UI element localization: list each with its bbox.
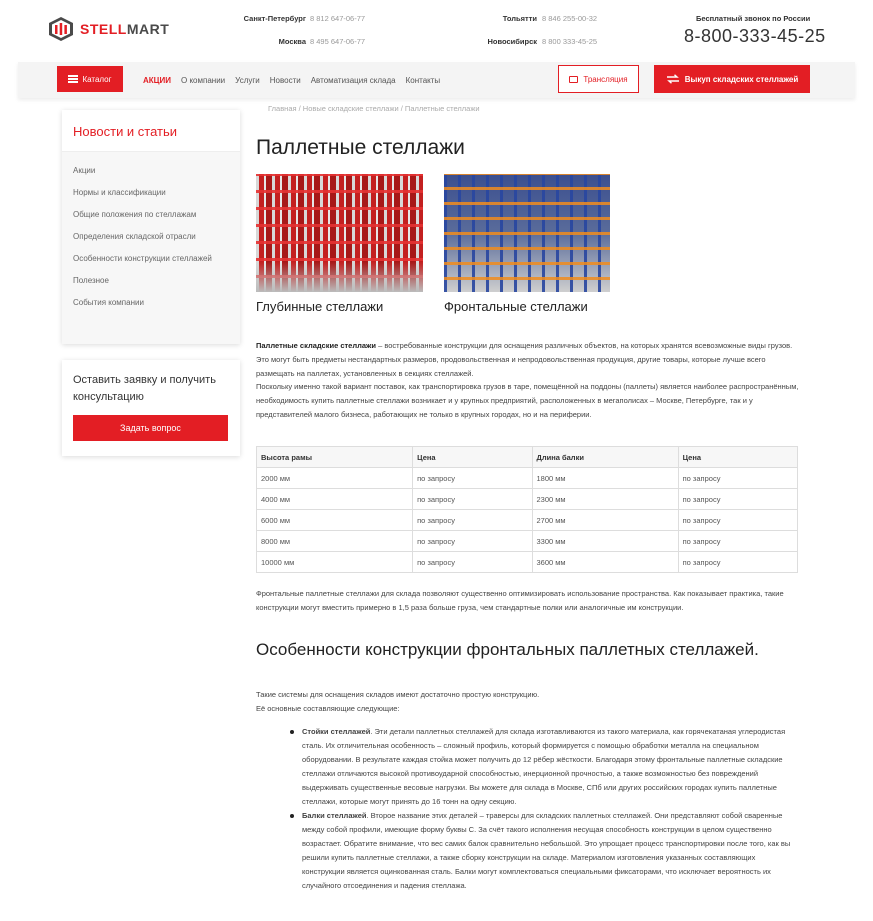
table-cell: по запросу [677,488,799,510]
page-title: Паллетные стеллажи [256,136,465,159]
city-nsk: Новосибирск [487,37,537,46]
menu-icon [68,75,79,83]
phone-msk[interactable]: 8 495 647-06-77 [310,37,365,46]
phone-nsk[interactable]: 8 800 333-45-25 [542,37,597,46]
site-header: STELLMART Санкт-Петербург 8 812 647-06-7… [0,0,873,62]
logo-icon [49,17,73,41]
table-cell: по запросу [412,509,533,531]
buyback-label: Выкуп складских стеллажей [684,74,799,84]
table-cell: 2000 мм [255,467,414,489]
table-header-row: Высота рамы Цена Длина балки Цена [255,446,799,468]
sidebar-header: Новости и статьи [62,110,240,152]
stream-button[interactable]: Трансляция [558,65,639,93]
section-heading: Особенности конструкции фронтальных палл… [256,640,759,659]
breadcrumb[interactable]: Главная / Новые складские стеллажи / Пал… [268,104,480,113]
table-cell: по запросу [412,488,533,510]
sidebar-item-akcii[interactable]: Акции [73,164,229,178]
deep-racks-photo[interactable] [256,174,423,292]
section-intro: Такие системы для оснащения складов имею… [256,688,801,716]
list-item: Балки стеллажей. Второе название этих де… [290,809,794,893]
sidebar-item-events[interactable]: События компании [73,296,229,310]
sidebar-item-general[interactable]: Общие положения по стеллажам [73,208,229,222]
table-header: Высота рамы [255,446,414,468]
table-cell: по запросу [412,551,533,573]
nav-link-akcii[interactable]: АКЦИИ [143,76,171,85]
sidebar-title[interactable]: Новости и статьи [73,124,240,139]
sidebar-item-norms[interactable]: Нормы и классификации [73,186,229,200]
free-call-label: Бесплатный звонок по России [696,14,811,23]
main-nav: Каталог АКЦИИ О компании Услуги Новости … [18,62,855,98]
free-phone[interactable]: 8-800-333-45-25 [684,26,826,47]
phone-tlt[interactable]: 8 846 255-00-32 [542,14,597,23]
list-item: Стойки стеллажей. Эти детали паллетных с… [290,725,794,809]
table-header: Длина балки [531,446,679,468]
buyback-button[interactable]: Выкуп складских стеллажей [654,65,810,93]
news-sidebar: Новости и статьи Акции Нормы и классифик… [62,110,240,344]
list-item-text: . Эти детали паллетных стеллажей для скл… [302,727,786,806]
nav-link-services[interactable]: Услуги [235,76,260,85]
stream-label: Трансляция [583,74,628,84]
nav-links: АКЦИИ О компании Услуги Новости Автомати… [143,62,440,98]
table-cell: по запросу [677,530,799,552]
table-cell: 1800 мм [531,467,679,489]
intro-bold: Паллетные складские стеллажи [256,341,376,350]
logo-text: STELLMART [80,21,170,37]
table-row: 2000 мм по запросу 1800 мм по запросу [255,467,799,489]
table-cell: 8000 мм [255,530,414,552]
table-header: Цена [412,446,533,468]
nav-link-news[interactable]: Новости [270,76,301,85]
consult-box: Оставить заявку и получить консультацию … [62,360,240,456]
list-item-title: Стойки стеллажей [302,727,371,736]
intro-body-2: Поскольку именно такой вариант поставок,… [256,382,799,419]
table-row: 8000 мм по запросу 3300 мм по запросу [255,530,799,552]
ask-question-button[interactable]: Задать вопрос [73,415,228,441]
nav-link-automation[interactable]: Автоматизация склада [311,76,396,85]
list-item-text: . Второе название этих деталей – траверс… [302,811,791,890]
sidebar-item-definitions[interactable]: Определения складской отрасли [73,230,229,244]
catalog-button[interactable]: Каталог [57,66,123,92]
table-row: 6000 мм по запросу 2700 мм по запросу [255,509,799,531]
table-row: 4000 мм по запросу 2300 мм по запросу [255,488,799,510]
table-cell: 2300 мм [531,488,679,510]
deep-racks-caption[interactable]: Глубинные стеллажи [256,299,383,314]
exchange-icon [666,74,679,84]
intro-text: Паллетные складские стеллажи – востребов… [256,339,801,422]
sidebar-item-features[interactable]: Особенности конструкции стеллажей [73,252,229,266]
table-cell: 3300 мм [531,530,679,552]
city-tlt: Тольятти [502,14,537,23]
logo[interactable]: STELLMART [48,16,169,42]
city-spb: Санкт-Петербург [243,14,306,23]
table-cell: 2700 мм [531,509,679,531]
list-item-title: Балки стеллажей [302,811,367,820]
table-cell: по запросу [677,509,799,531]
table-cell: по запросу [677,551,799,573]
phone-spb[interactable]: 8 812 647-06-77 [310,14,365,23]
table-cell: по запросу [677,467,799,489]
city-msk: Москва [278,37,306,46]
nav-link-contacts[interactable]: Контакты [406,76,441,85]
section-intro-1: Такие системы для оснащения складов имею… [256,690,540,699]
consult-text: Оставить заявку и получить консультацию [73,374,216,403]
front-racks-photo[interactable] [444,174,610,292]
table-cell: по запросу [412,530,533,552]
table-cell: 10000 мм [255,551,414,573]
features-list: Стойки стеллажей. Эти детали паллетных с… [290,725,794,893]
nav-link-about[interactable]: О компании [181,76,225,85]
sidebar-item-useful[interactable]: Полезное [73,274,229,288]
camera-icon [569,75,579,83]
table-cell: по запросу [412,467,533,489]
table-cell: 6000 мм [255,509,414,531]
after-table-text: Фронтальные паллетные стеллажи для склад… [256,589,784,612]
catalog-label: Каталог [82,74,112,84]
front-racks-caption[interactable]: Фронтальные стеллажи [444,299,588,314]
price-table: Высота рамы Цена Длина балки Цена 2000 м… [255,446,799,573]
table-cell: 4000 мм [255,488,414,510]
table-header: Цена [677,446,799,468]
table-cell: 3600 мм [531,551,679,573]
table-row: 10000 мм по запросу 3600 мм по запросу [255,551,799,573]
section-intro-2: Её основные составляющие следующие: [256,703,400,713]
sidebar-list: Акции Нормы и классификации Общие положе… [62,152,240,344]
